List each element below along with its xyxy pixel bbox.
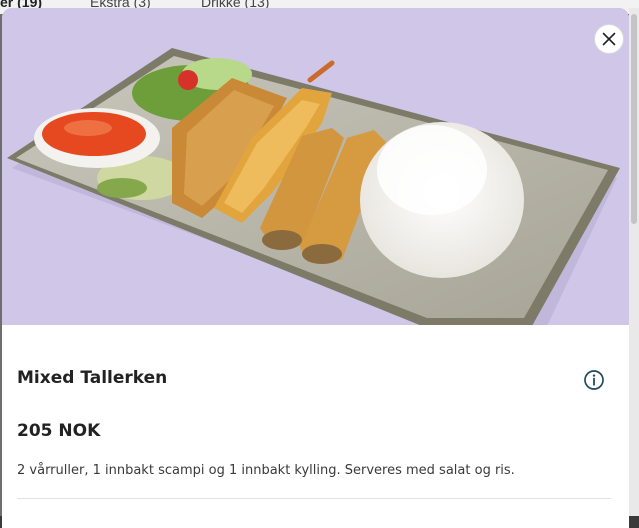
product-image: [2, 8, 629, 325]
modal-scrollbar-thumb[interactable]: [631, 14, 637, 224]
divider: [17, 498, 611, 499]
product-title: Mixed Tallerken: [17, 368, 168, 388]
product-price: 205 NOK: [17, 421, 101, 441]
close-button[interactable]: [594, 24, 624, 54]
product-modal: Mixed Tallerken 205 NOK 2 vårruller, 1 i…: [2, 8, 629, 528]
info-button[interactable]: [583, 369, 605, 391]
close-icon: [602, 32, 616, 46]
info-icon: [584, 370, 604, 390]
product-description: 2 vårruller, 1 innbakt scampi og 1 innba…: [17, 463, 515, 478]
